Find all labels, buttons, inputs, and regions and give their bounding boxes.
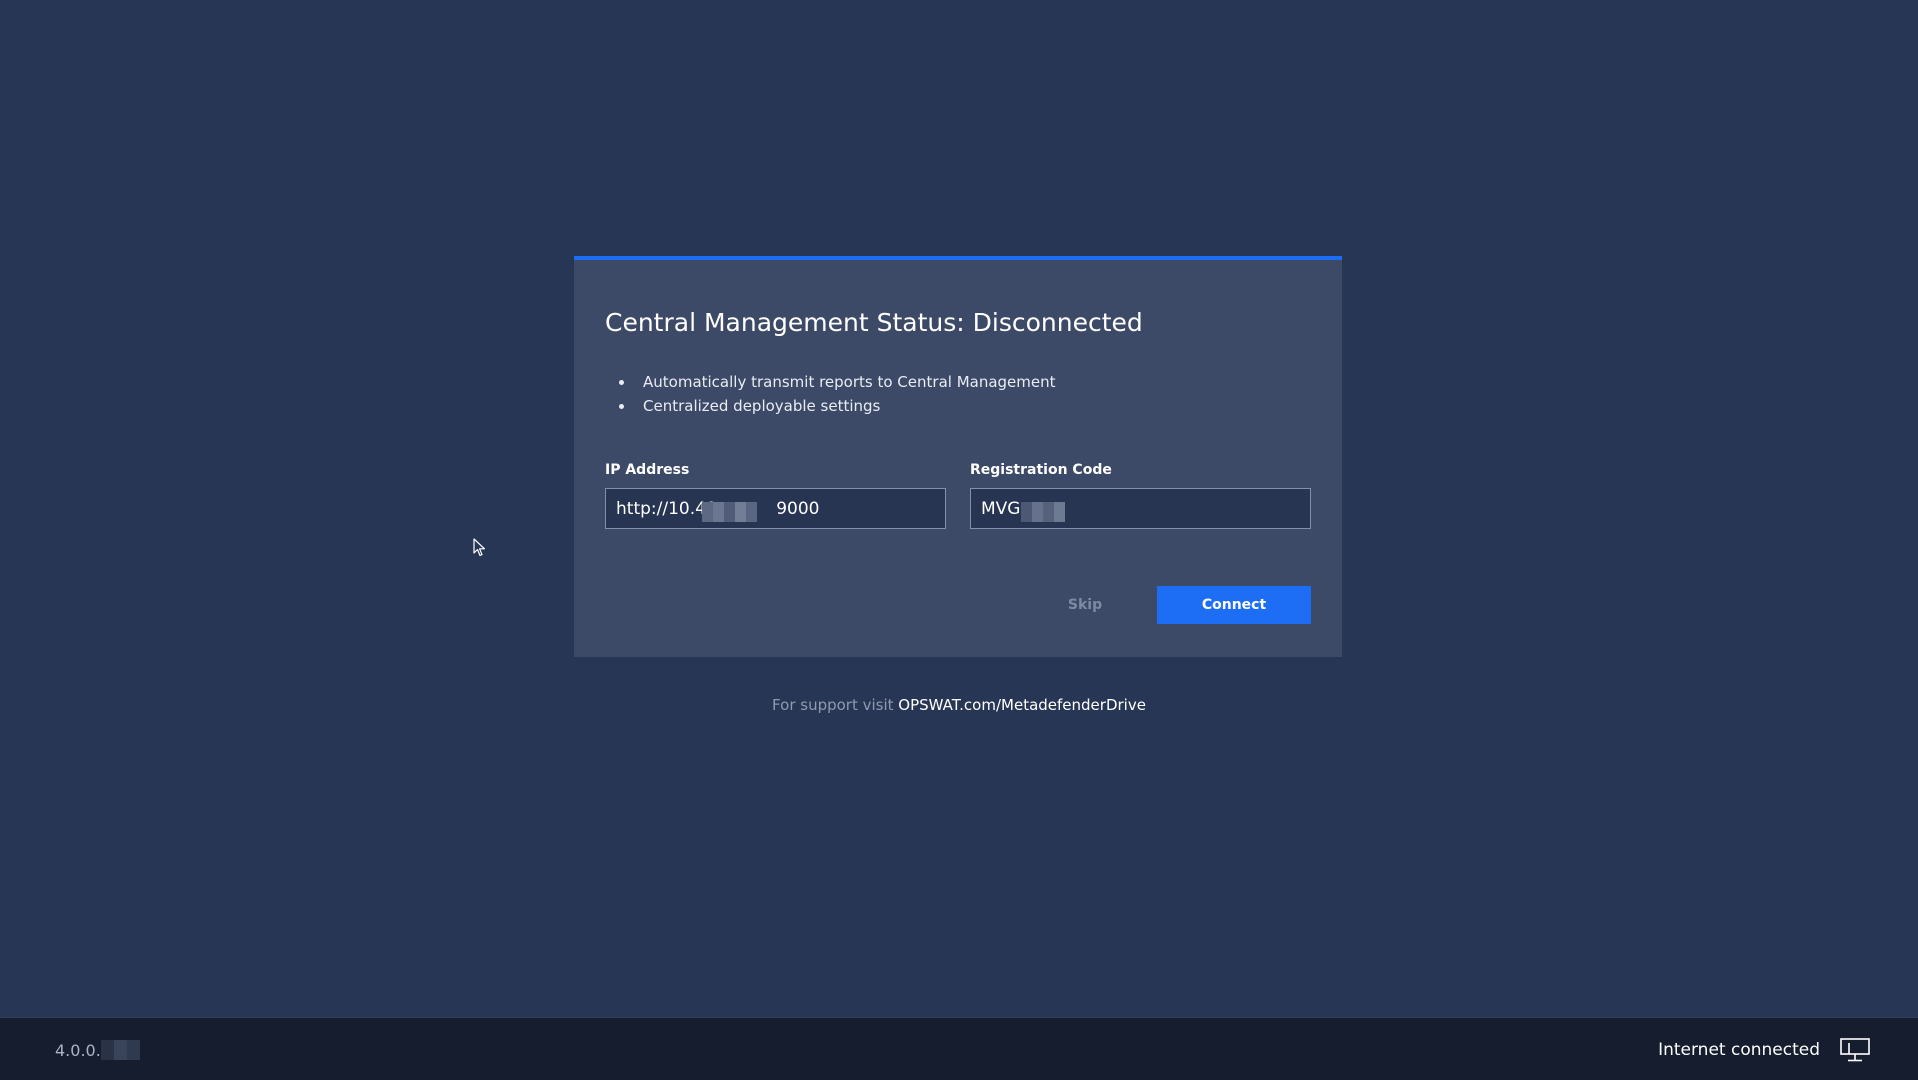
- redaction-mask: [126, 1040, 140, 1060]
- feature-item: Automatically transmit reports to Centra…: [619, 370, 1056, 394]
- redaction-mask: [702, 491, 757, 532]
- status-bar: 4.0.0. Internet connected: [0, 1017, 1918, 1080]
- dialog-title: Central Management Status: Disconnected: [605, 308, 1143, 337]
- registration-code-label: Registration Code: [970, 462, 1112, 478]
- central-management-dialog: Central Management Status: Disconnected …: [574, 256, 1342, 657]
- feature-item: Centralized deployable settings: [619, 394, 1056, 418]
- support-prefix: For support visit: [772, 696, 899, 714]
- support-link[interactable]: OPSWAT.com/MetadefenderDrive: [898, 696, 1146, 714]
- registration-code-field-group: Registration Code: [970, 462, 1311, 529]
- connection-status: Internet connected: [1658, 1040, 1820, 1060]
- connect-button[interactable]: Connect: [1157, 586, 1311, 624]
- ip-address-label: IP Address: [605, 462, 690, 478]
- mouse-pointer-icon: [473, 538, 486, 557]
- support-text: For support visit OPSWAT.com/Metadefende…: [0, 696, 1918, 714]
- redaction-mask: [113, 1040, 127, 1060]
- redaction-mask: [1021, 491, 1065, 532]
- version-number: 4.0.0.: [55, 1040, 101, 1060]
- monitor-icon: [1840, 1038, 1870, 1062]
- version-label: 4.0.0.: [55, 1040, 140, 1060]
- skip-button[interactable]: Skip: [1045, 586, 1125, 624]
- ip-address-input[interactable]: [605, 488, 946, 529]
- setup-screen: Central Management Status: Disconnected …: [0, 0, 1918, 1080]
- ip-address-field-group: IP Address: [605, 462, 946, 529]
- redaction-mask: [100, 1040, 114, 1060]
- feature-list: Automatically transmit reports to Centra…: [605, 370, 1056, 418]
